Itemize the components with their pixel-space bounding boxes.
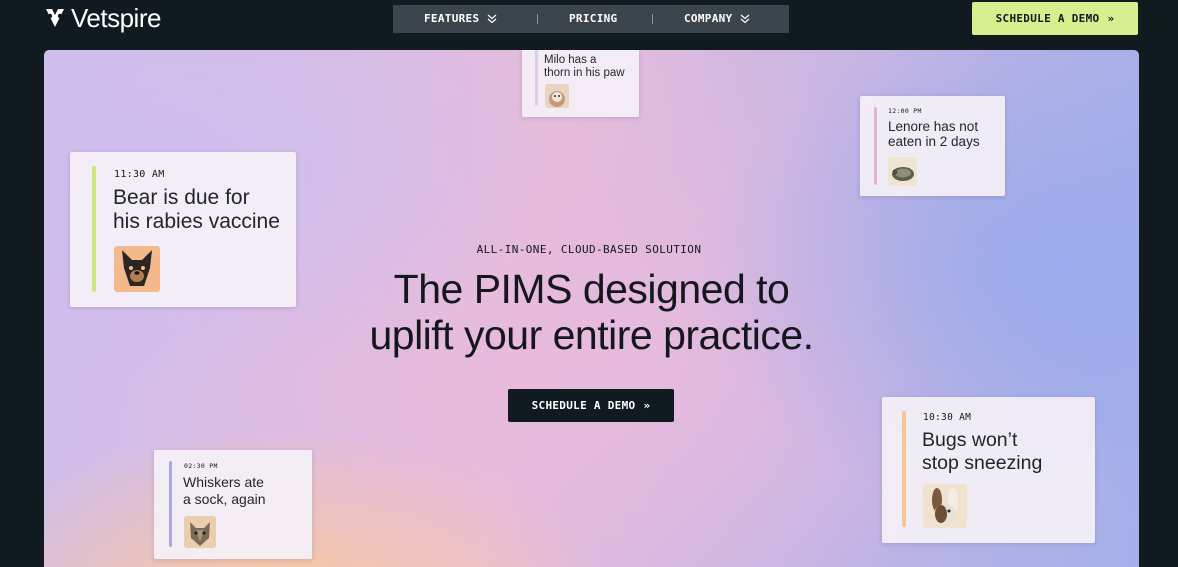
card-accent-bar	[535, 50, 538, 106]
hero-headline-line: The PIMS designed to	[393, 266, 790, 312]
card-time: 11:30 AM	[114, 169, 165, 180]
card-accent-bar	[169, 461, 172, 547]
card-message-line: Lenore has not	[888, 119, 979, 134]
card-message-line: Whiskers ate	[183, 474, 264, 490]
notification-card-whiskers: 02:30 PM Whiskers ate a sock, again	[154, 450, 312, 559]
hero-headline: The PIMS designed to uplift your entire …	[0, 266, 1178, 358]
card-message-line: a sock, again	[183, 491, 266, 507]
nav-item-pricing[interactable]: PRICING	[569, 12, 617, 25]
notification-card-milo: Milo has a thorn in his paw	[522, 50, 639, 117]
notification-card-bugs: 10:30 AM Bugs won’t stop sneezing	[882, 397, 1095, 543]
pet-photo-whiskers	[184, 516, 216, 548]
hero-eyebrow: ALL-IN-ONE, CLOUD-BASED SOLUTION	[476, 243, 702, 256]
hero-headline-line: uplift your entire practice.	[369, 312, 814, 358]
pet-photo-milo	[545, 84, 569, 108]
card-message-line: Milo has a	[544, 54, 597, 66]
card-time: 10:30 AM	[923, 412, 972, 423]
schedule-demo-header-button[interactable]: SCHEDULE A DEMO »	[972, 2, 1138, 35]
nav-item-label: PRICING	[569, 12, 618, 25]
vetspire-logo-icon	[46, 9, 64, 27]
schedule-demo-label: SCHEDULE A DEMO	[531, 399, 636, 412]
card-message: Milo has a thorn in his paw	[544, 54, 625, 80]
brand-name: Vetspire	[71, 2, 161, 33]
pet-photo-bugs	[923, 484, 967, 528]
nav-item-company[interactable]: COMPANY	[684, 12, 750, 25]
double-chevron-right-icon: »	[643, 399, 651, 412]
card-message: Bear is due for his rabies vaccine	[113, 186, 280, 234]
card-time: 02:30 PM	[184, 462, 218, 470]
card-message: Whiskers ate a sock, again	[183, 474, 266, 508]
nav-item-label: FEATURES	[424, 12, 480, 25]
nav-item-label: COMPANY	[684, 12, 733, 25]
vetspire-logo[interactable]: Vetspire	[44, 3, 161, 33]
schedule-demo-hero-button[interactable]: SCHEDULE A DEMO »	[508, 389, 674, 422]
card-message-line: his rabies vaccine	[113, 210, 280, 233]
nav-separator	[537, 14, 538, 24]
card-message-line: stop sneezing	[922, 452, 1043, 474]
chevron-double-down-icon	[741, 14, 750, 23]
nav-separator	[652, 14, 653, 24]
nav-item-features[interactable]: FEATURES	[424, 12, 497, 25]
pet-photo-lenore	[888, 157, 917, 186]
card-time: 12:00 PM	[888, 107, 922, 115]
card-accent-bar	[902, 411, 906, 527]
card-message: Lenore has not eaten in 2 days	[888, 119, 980, 149]
chevron-double-down-icon	[487, 14, 497, 23]
card-accent-bar	[874, 107, 877, 185]
card-message-line: thorn in his paw	[544, 67, 625, 79]
card-message-line: Bear is due for	[113, 186, 250, 209]
main-nav: FEATURES PRICING COMPANY	[393, 5, 789, 33]
card-message: Bugs won’t stop sneezing	[922, 429, 1042, 475]
card-message-line: eaten in 2 days	[888, 134, 980, 149]
schedule-demo-label: SCHEDULE A DEMO	[995, 12, 1100, 25]
notification-card-lenore: 12:00 PM Lenore has not eaten in 2 days	[860, 96, 1005, 196]
double-chevron-right-icon: »	[1107, 12, 1115, 25]
card-message-line: Bugs won’t	[922, 429, 1018, 451]
